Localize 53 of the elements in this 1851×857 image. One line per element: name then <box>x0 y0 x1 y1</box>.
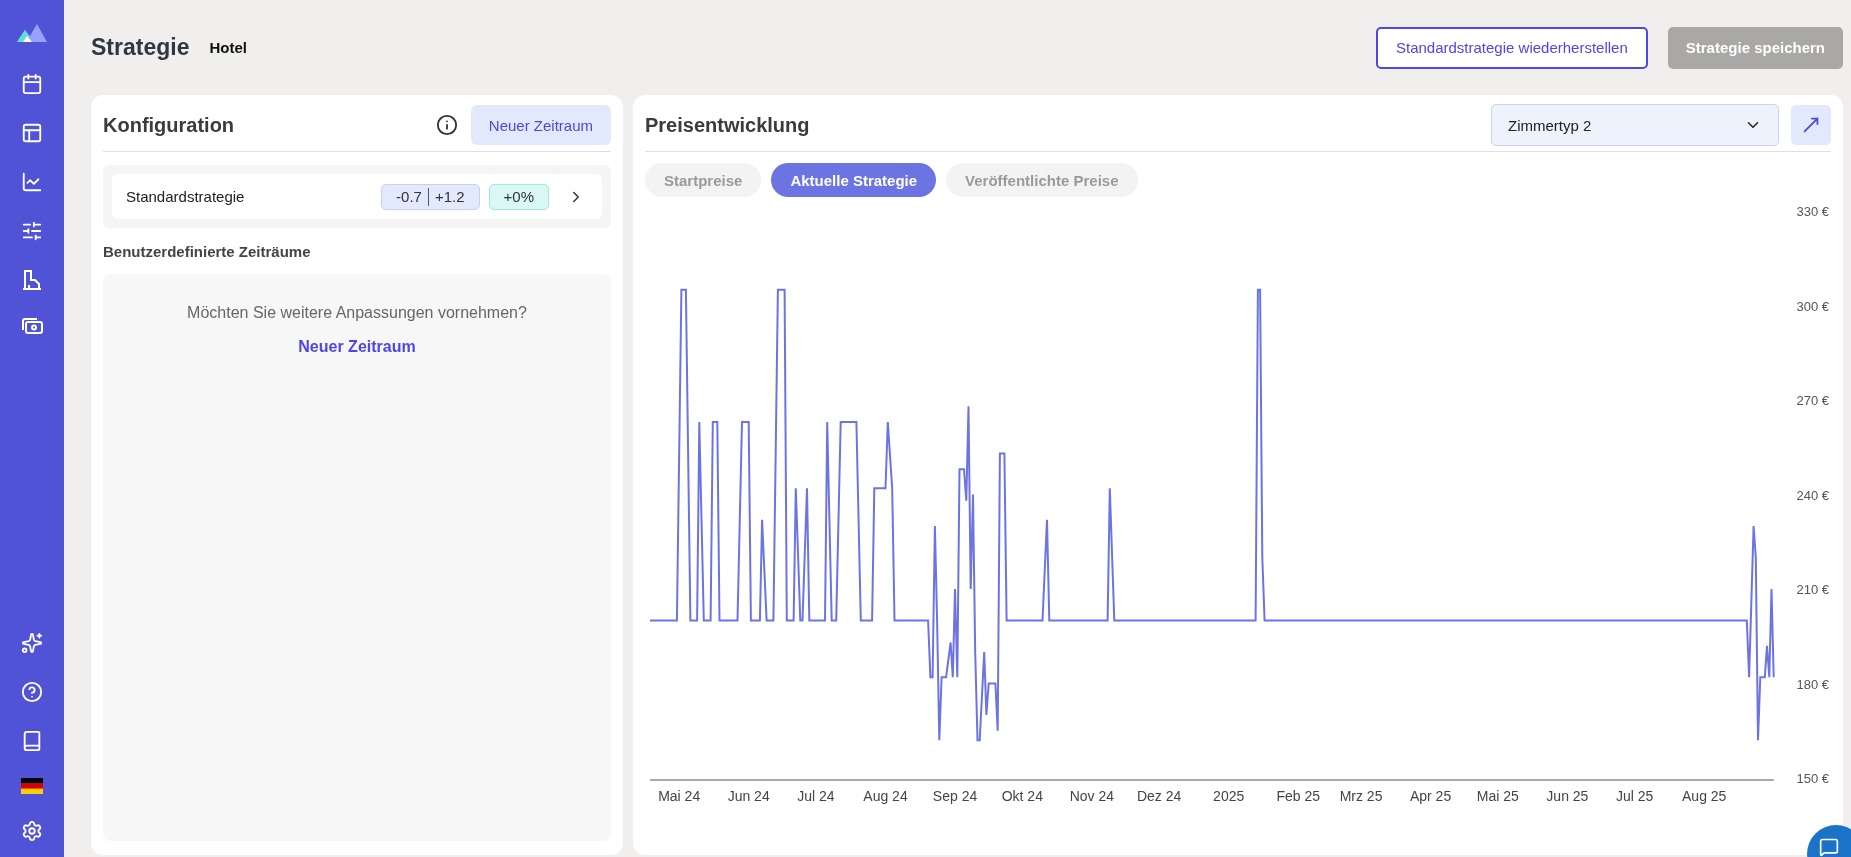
x-axis-label: Aug 25 <box>1682 788 1727 804</box>
building-icon[interactable] <box>21 268 43 290</box>
panel-title: Preisentwicklung <box>645 113 811 137</box>
y-axis-label: 180 € <box>1796 676 1829 692</box>
x-axis-label: Mrz 25 <box>1339 788 1383 804</box>
layout-icon[interactable] <box>20 121 44 145</box>
new-period-link[interactable]: Neuer Zeitraum <box>298 338 416 356</box>
y-axis-label: 300 € <box>1796 298 1829 314</box>
x-axis-label: Jun 24 <box>727 788 770 804</box>
strategy-name: Standardstrategie <box>126 188 246 205</box>
info-icon[interactable] <box>434 113 459 137</box>
percent-badge: +0% <box>488 183 549 210</box>
y-axis-label: 150 € <box>1796 771 1829 786</box>
y-axis-label: 210 € <box>1796 582 1829 597</box>
y-axis-label: 240 € <box>1796 487 1829 503</box>
x-axis-label: Apr 25 <box>1409 788 1452 804</box>
help-icon[interactable] <box>20 680 44 704</box>
x-axis-label: Jul 25 <box>1616 788 1654 804</box>
x-axis-label: Mai 25 <box>1476 788 1519 804</box>
x-axis-label: Feb 25 <box>1276 788 1320 804</box>
logo-icon <box>17 24 47 42</box>
page-title: Strategie <box>91 34 190 61</box>
room-type-select[interactable]: Zimmertyp 2 <box>1491 104 1779 146</box>
section-title: Benutzerdefinierte Zeiträume <box>103 243 312 260</box>
x-axis-label: Aug 24 <box>863 788 908 804</box>
chat-icon <box>1819 837 1839 857</box>
x-axis-label: 2025 <box>1213 788 1245 804</box>
y-axis-label: 270 € <box>1796 393 1829 408</box>
x-axis-label: Okt 24 <box>1001 788 1043 804</box>
restore-default-button[interactable]: Standardstrategie wiederherstellen <box>1375 26 1648 69</box>
new-period-button[interactable]: Neuer Zeitraum <box>470 105 611 145</box>
line-chart-icon[interactable] <box>20 170 44 194</box>
range-low: -0.7 <box>396 188 422 205</box>
x-axis-label: Jun 25 <box>1546 788 1589 804</box>
x-axis-label: Jul 24 <box>797 788 835 804</box>
calendar-icon[interactable] <box>20 72 44 96</box>
banknotes-icon[interactable] <box>21 315 43 337</box>
x-axis-label: Sep 24 <box>932 788 978 804</box>
strategy-row[interactable]: Standardstrategie -0.7 +1.2 +0% <box>112 174 602 219</box>
property-name: Hotel <box>209 39 248 56</box>
panel-title: Konfiguration <box>103 113 236 137</box>
x-axis-label: Dez 24 <box>1137 788 1182 804</box>
y-axis-label: 330 € <box>1796 204 1829 219</box>
range-high: +1.2 <box>434 188 465 205</box>
expand-button[interactable] <box>1791 105 1831 145</box>
settings-icon[interactable] <box>20 819 44 843</box>
chart-tab[interactable]: Aktuelle Strategie <box>771 163 937 197</box>
sliders-icon[interactable] <box>20 219 44 243</box>
german-flag-icon[interactable] <box>21 778 43 794</box>
empty-state-text: Möchten Sie weitere Anpassungen vornehmen? <box>187 304 527 322</box>
x-axis-label: Mai 24 <box>658 788 701 804</box>
sparkles-icon[interactable] <box>20 631 44 655</box>
x-axis-label: Nov 24 <box>1069 788 1115 804</box>
